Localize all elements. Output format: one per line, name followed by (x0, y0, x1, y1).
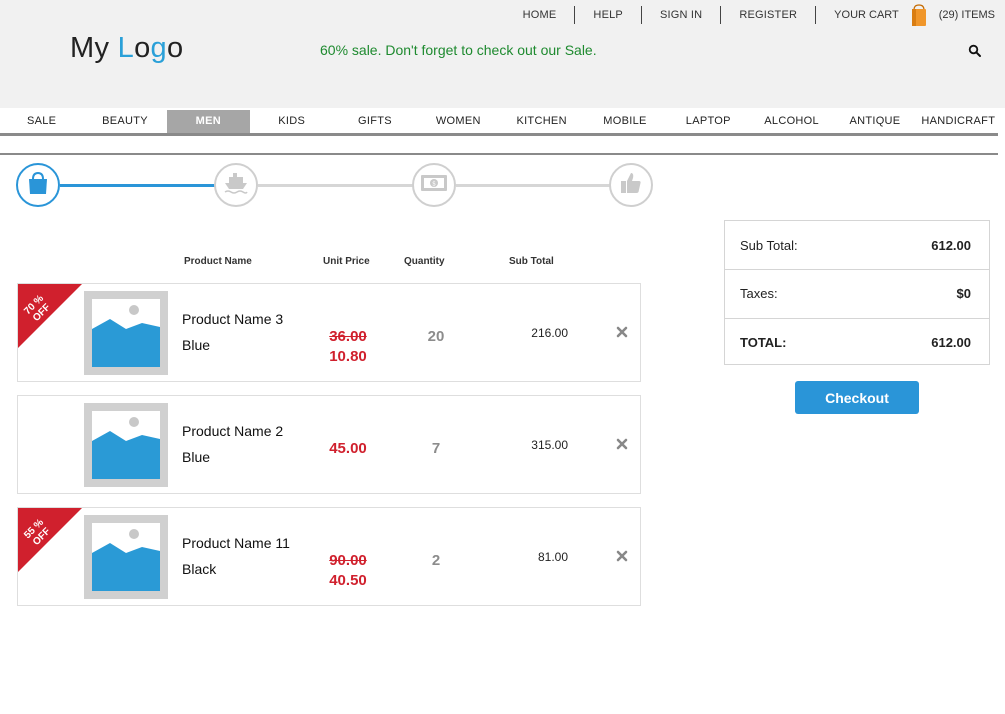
row-subtotal: 216.00 (531, 326, 568, 340)
taxes-label: Taxes: (740, 286, 778, 301)
sign-in-link[interactable]: SIGN IN (642, 9, 720, 21)
category-nav: SALE BEAUTY MEN KIDS GIFTS WOMEN KITCHEN MOBILE… (0, 110, 1000, 134)
cart-item-count: (29) ITEMS (938, 9, 995, 21)
your-cart-label: YOUR CART (834, 9, 899, 21)
checkout-button[interactable]: Checkout (795, 381, 919, 414)
col-header-quantity: Quantity (404, 256, 445, 267)
quantity-value[interactable]: 20 (416, 328, 456, 345)
total-label: TOTAL: (740, 335, 787, 350)
unit-price: 45.00 (329, 440, 367, 457)
remove-item-icon[interactable] (616, 549, 628, 562)
nav-item-kitchen[interactable]: KITCHEN (500, 110, 583, 134)
banknote-icon: $ (420, 173, 448, 198)
product-image[interactable] (84, 291, 168, 375)
home-link[interactable]: HOME (505, 9, 575, 21)
product-name[interactable]: Product Name 3 (182, 311, 283, 327)
product-color: Blue (182, 449, 211, 465)
total-row: TOTAL: 612.00 (725, 318, 989, 366)
step-cart[interactable] (16, 163, 60, 207)
sale-price: 40.50 (329, 572, 367, 589)
product-name[interactable]: Product Name 2 (182, 423, 283, 439)
original-price: 90.00 (329, 552, 367, 569)
nav-item-beauty[interactable]: BEAUTY (83, 110, 166, 134)
ship-icon (223, 171, 249, 200)
register-link[interactable]: REGISTER (721, 9, 815, 21)
product-image[interactable] (84, 515, 168, 599)
logo-letter: o (134, 32, 151, 64)
shopping-bag-icon (27, 171, 49, 200)
quantity-value[interactable]: 7 (416, 440, 456, 457)
logo-letter: L (117, 32, 135, 64)
step-shipping[interactable] (214, 163, 258, 207)
nav-item-sale[interactable]: SALE (0, 110, 83, 134)
product-color: Blue (182, 337, 211, 353)
nav-item-mobile[interactable]: MOBILE (583, 110, 666, 134)
logo-letter: o (166, 32, 184, 64)
help-link[interactable]: HELP (575, 9, 641, 21)
logo-letter: g (150, 32, 167, 64)
product-image[interactable] (84, 403, 168, 487)
remove-item-icon[interactable] (616, 325, 628, 338)
svg-text:$: $ (432, 180, 436, 187)
row-subtotal: 315.00 (531, 438, 568, 452)
step-progress-line (60, 184, 216, 187)
nav-item-laptop[interactable]: LAPTOP (667, 110, 750, 134)
cart-link[interactable]: YOUR CART (29) ITEMS (816, 4, 997, 26)
original-price: 36.00 (329, 328, 367, 345)
cart-row: Product Name 2 Blue 45.00 7 315.00 (17, 395, 641, 494)
discount-badge: 55 % OFF (18, 508, 82, 572)
nav-divider (0, 153, 998, 155)
col-header-product-name: Product Name (184, 256, 252, 267)
shopping-bag-icon (911, 4, 927, 26)
nav-item-kids[interactable]: KIDS (250, 110, 333, 134)
cart-row: 55 % OFF Product Name 11 Black 90.00 40.… (17, 507, 641, 606)
promo-banner: 60% sale. Don't forget to check out our … (320, 42, 597, 58)
nav-divider (0, 133, 998, 136)
product-color: Black (182, 561, 217, 577)
step-payment[interactable]: $ (412, 163, 456, 207)
product-name[interactable]: Product Name 11 (182, 535, 290, 551)
taxes-row: Taxes: $0 (725, 269, 989, 317)
col-header-sub-total: Sub Total (509, 256, 554, 267)
sale-price: 10.80 (329, 348, 367, 365)
quantity-value[interactable]: 2 (416, 552, 456, 569)
thumbs-up-icon (619, 171, 643, 200)
taxes-value: $0 (956, 286, 971, 301)
top-links: HOME HELP SIGN IN REGISTER YOUR CART (29… (505, 4, 997, 26)
logo-text-my: My (70, 32, 118, 64)
step-confirm[interactable] (609, 163, 653, 207)
subtotal-label: Sub Total: (740, 237, 798, 253)
row-subtotal: 81.00 (537, 550, 568, 564)
col-header-unit-price: Unit Price (323, 256, 370, 267)
site-header: HOME HELP SIGN IN REGISTER YOUR CART (29… (0, 0, 1005, 108)
site-logo[interactable]: My Logo (70, 32, 183, 65)
nav-item-gifts[interactable]: GIFTS (333, 110, 416, 134)
cart-row: 70 % OFF Product Name 3 Blue 36.00 10.80… (17, 283, 641, 382)
search-icon[interactable] (968, 44, 982, 58)
order-summary: Sub Total: 612.00 Taxes: $0 TOTAL: 612.0… (724, 220, 990, 365)
subtotal-row: Sub Total: 612.00 (725, 221, 989, 269)
subtotal-value: 612.00 (931, 237, 971, 253)
nav-item-women[interactable]: WOMEN (417, 110, 500, 134)
total-value: 612.00 (931, 335, 971, 350)
nav-item-antique[interactable]: ANTIQUE (833, 110, 916, 134)
nav-item-men[interactable]: MEN (166, 110, 250, 134)
nav-item-handicraft[interactable]: HANDICRAFT (917, 110, 1000, 134)
nav-item-alcohol[interactable]: ALCOHOL (750, 110, 833, 134)
step-progress-line (456, 184, 611, 187)
step-progress-line (258, 184, 414, 187)
remove-item-icon[interactable] (616, 437, 628, 450)
discount-badge: 70 % OFF (18, 284, 82, 348)
